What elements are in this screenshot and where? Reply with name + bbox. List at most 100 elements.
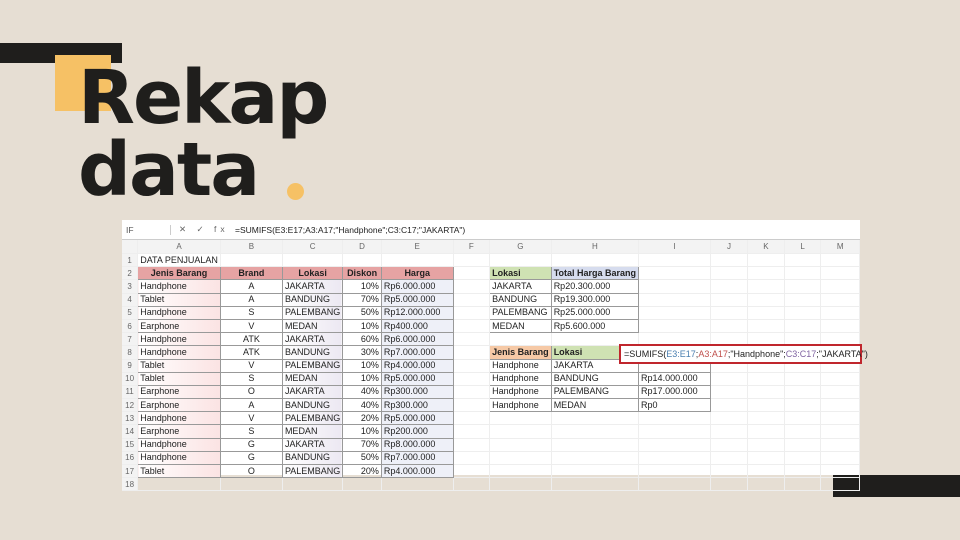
- cell[interactable]: [784, 253, 822, 268]
- cell[interactable]: Total Harga Barang: [550, 266, 640, 281]
- cell[interactable]: PALEMBANG: [281, 463, 344, 479]
- column-header[interactable]: H: [551, 240, 640, 254]
- cell[interactable]: [489, 477, 552, 492]
- cell[interactable]: [820, 372, 860, 386]
- cell[interactable]: Handphone: [137, 332, 221, 347]
- cell[interactable]: Handphone: [137, 279, 221, 294]
- cell[interactable]: MEDAN: [281, 318, 344, 334]
- cell[interactable]: S: [219, 424, 283, 439]
- cell[interactable]: [820, 279, 860, 294]
- cell[interactable]: [710, 253, 749, 268]
- cell[interactable]: 70%: [342, 292, 382, 307]
- column-header[interactable]: M: [820, 240, 860, 254]
- cell[interactable]: [784, 385, 822, 400]
- cell[interactable]: Rp7.000.000: [380, 345, 454, 360]
- cell[interactable]: Rp5.000.000: [380, 411, 454, 426]
- cell[interactable]: 40%: [342, 384, 382, 400]
- name-box[interactable]: IF: [122, 224, 171, 235]
- cell[interactable]: [820, 411, 860, 426]
- cell[interactable]: [453, 306, 491, 320]
- cell[interactable]: [784, 306, 822, 320]
- cell[interactable]: [710, 385, 749, 400]
- cell[interactable]: [453, 293, 491, 307]
- cell[interactable]: [638, 319, 711, 334]
- cell[interactable]: 10%: [342, 371, 382, 386]
- cell[interactable]: [710, 319, 749, 334]
- cell[interactable]: Lokasi: [489, 266, 552, 281]
- cell[interactable]: Rp4.000.000: [380, 358, 454, 373]
- cell[interactable]: 20%: [342, 463, 382, 479]
- cell[interactable]: [453, 279, 491, 294]
- cell[interactable]: [747, 411, 785, 426]
- cell[interactable]: [784, 266, 822, 281]
- column-header[interactable]: L: [784, 240, 822, 254]
- row-header[interactable]: 1: [122, 253, 139, 268]
- cell[interactable]: [747, 438, 785, 452]
- cell[interactable]: [453, 332, 491, 347]
- cell[interactable]: PALEMBANG: [281, 358, 344, 373]
- cell[interactable]: Handphone: [137, 411, 221, 426]
- cell[interactable]: 10%: [342, 424, 382, 439]
- cell[interactable]: [282, 253, 344, 268]
- cell[interactable]: [638, 438, 711, 452]
- cell[interactable]: [820, 293, 860, 307]
- cell[interactable]: 10%: [342, 358, 382, 373]
- cell[interactable]: [820, 477, 860, 492]
- cell[interactable]: 50%: [342, 305, 382, 320]
- cell[interactable]: [820, 385, 860, 400]
- row-header[interactable]: 9: [122, 359, 139, 373]
- cell[interactable]: [820, 306, 860, 320]
- cell[interactable]: JAKARTA: [281, 279, 344, 294]
- cell[interactable]: [551, 424, 640, 439]
- cell[interactable]: Jenis Barang: [137, 266, 221, 281]
- cell[interactable]: [551, 464, 640, 479]
- cell[interactable]: Lokasi: [281, 266, 344, 281]
- cell[interactable]: JAKARTA: [489, 279, 552, 294]
- cell[interactable]: O: [219, 384, 283, 400]
- cell[interactable]: [551, 253, 640, 268]
- cell[interactable]: Handphone: [489, 358, 552, 373]
- column-header[interactable]: J: [710, 240, 749, 254]
- row-header[interactable]: 16: [122, 451, 139, 466]
- cell[interactable]: 40%: [342, 398, 382, 413]
- cell[interactable]: [747, 306, 785, 320]
- cell[interactable]: [784, 411, 822, 426]
- column-header[interactable]: E: [381, 240, 454, 254]
- cell[interactable]: Rp6.000.000: [380, 332, 454, 347]
- cell[interactable]: Rp20.300.000: [550, 279, 640, 294]
- cell[interactable]: [710, 438, 749, 452]
- cell[interactable]: Tablet: [137, 463, 221, 479]
- cell[interactable]: Diskon: [342, 266, 382, 281]
- cell[interactable]: [551, 477, 640, 492]
- cell[interactable]: [137, 477, 221, 492]
- cell[interactable]: [453, 359, 491, 373]
- cell[interactable]: [820, 438, 860, 452]
- cell[interactable]: V: [219, 411, 283, 426]
- cell[interactable]: [784, 293, 822, 307]
- cell[interactable]: [784, 451, 822, 466]
- cell[interactable]: BANDUNG: [281, 292, 344, 307]
- cell[interactable]: S: [219, 305, 283, 320]
- column-header[interactable]: I: [638, 240, 711, 254]
- cell[interactable]: Rp25.000.000: [550, 305, 640, 320]
- cell[interactable]: [638, 424, 711, 439]
- cell[interactable]: [820, 253, 860, 268]
- cell[interactable]: [489, 253, 552, 268]
- cell[interactable]: [747, 464, 785, 479]
- cell[interactable]: ATK: [219, 332, 283, 347]
- cell[interactable]: [747, 279, 785, 294]
- cell[interactable]: Tablet: [137, 358, 221, 373]
- cell[interactable]: Rp17.000.000: [638, 384, 711, 400]
- cell[interactable]: [710, 424, 749, 439]
- cell[interactable]: Tablet: [137, 371, 221, 386]
- cell[interactable]: [453, 319, 491, 334]
- cell[interactable]: [453, 398, 491, 413]
- cell[interactable]: [453, 345, 491, 360]
- cell[interactable]: Rp19.300.000: [550, 292, 640, 307]
- cell[interactable]: Handphone: [137, 450, 221, 466]
- cell[interactable]: [551, 438, 640, 452]
- cell[interactable]: Rp8.000.000: [380, 437, 454, 452]
- cell[interactable]: [710, 279, 749, 294]
- cell[interactable]: Harga: [380, 266, 454, 281]
- formula-input[interactable]: =SUMIFS(E3:E17;A3:A17;"Handphone";C3:C17…: [235, 225, 465, 235]
